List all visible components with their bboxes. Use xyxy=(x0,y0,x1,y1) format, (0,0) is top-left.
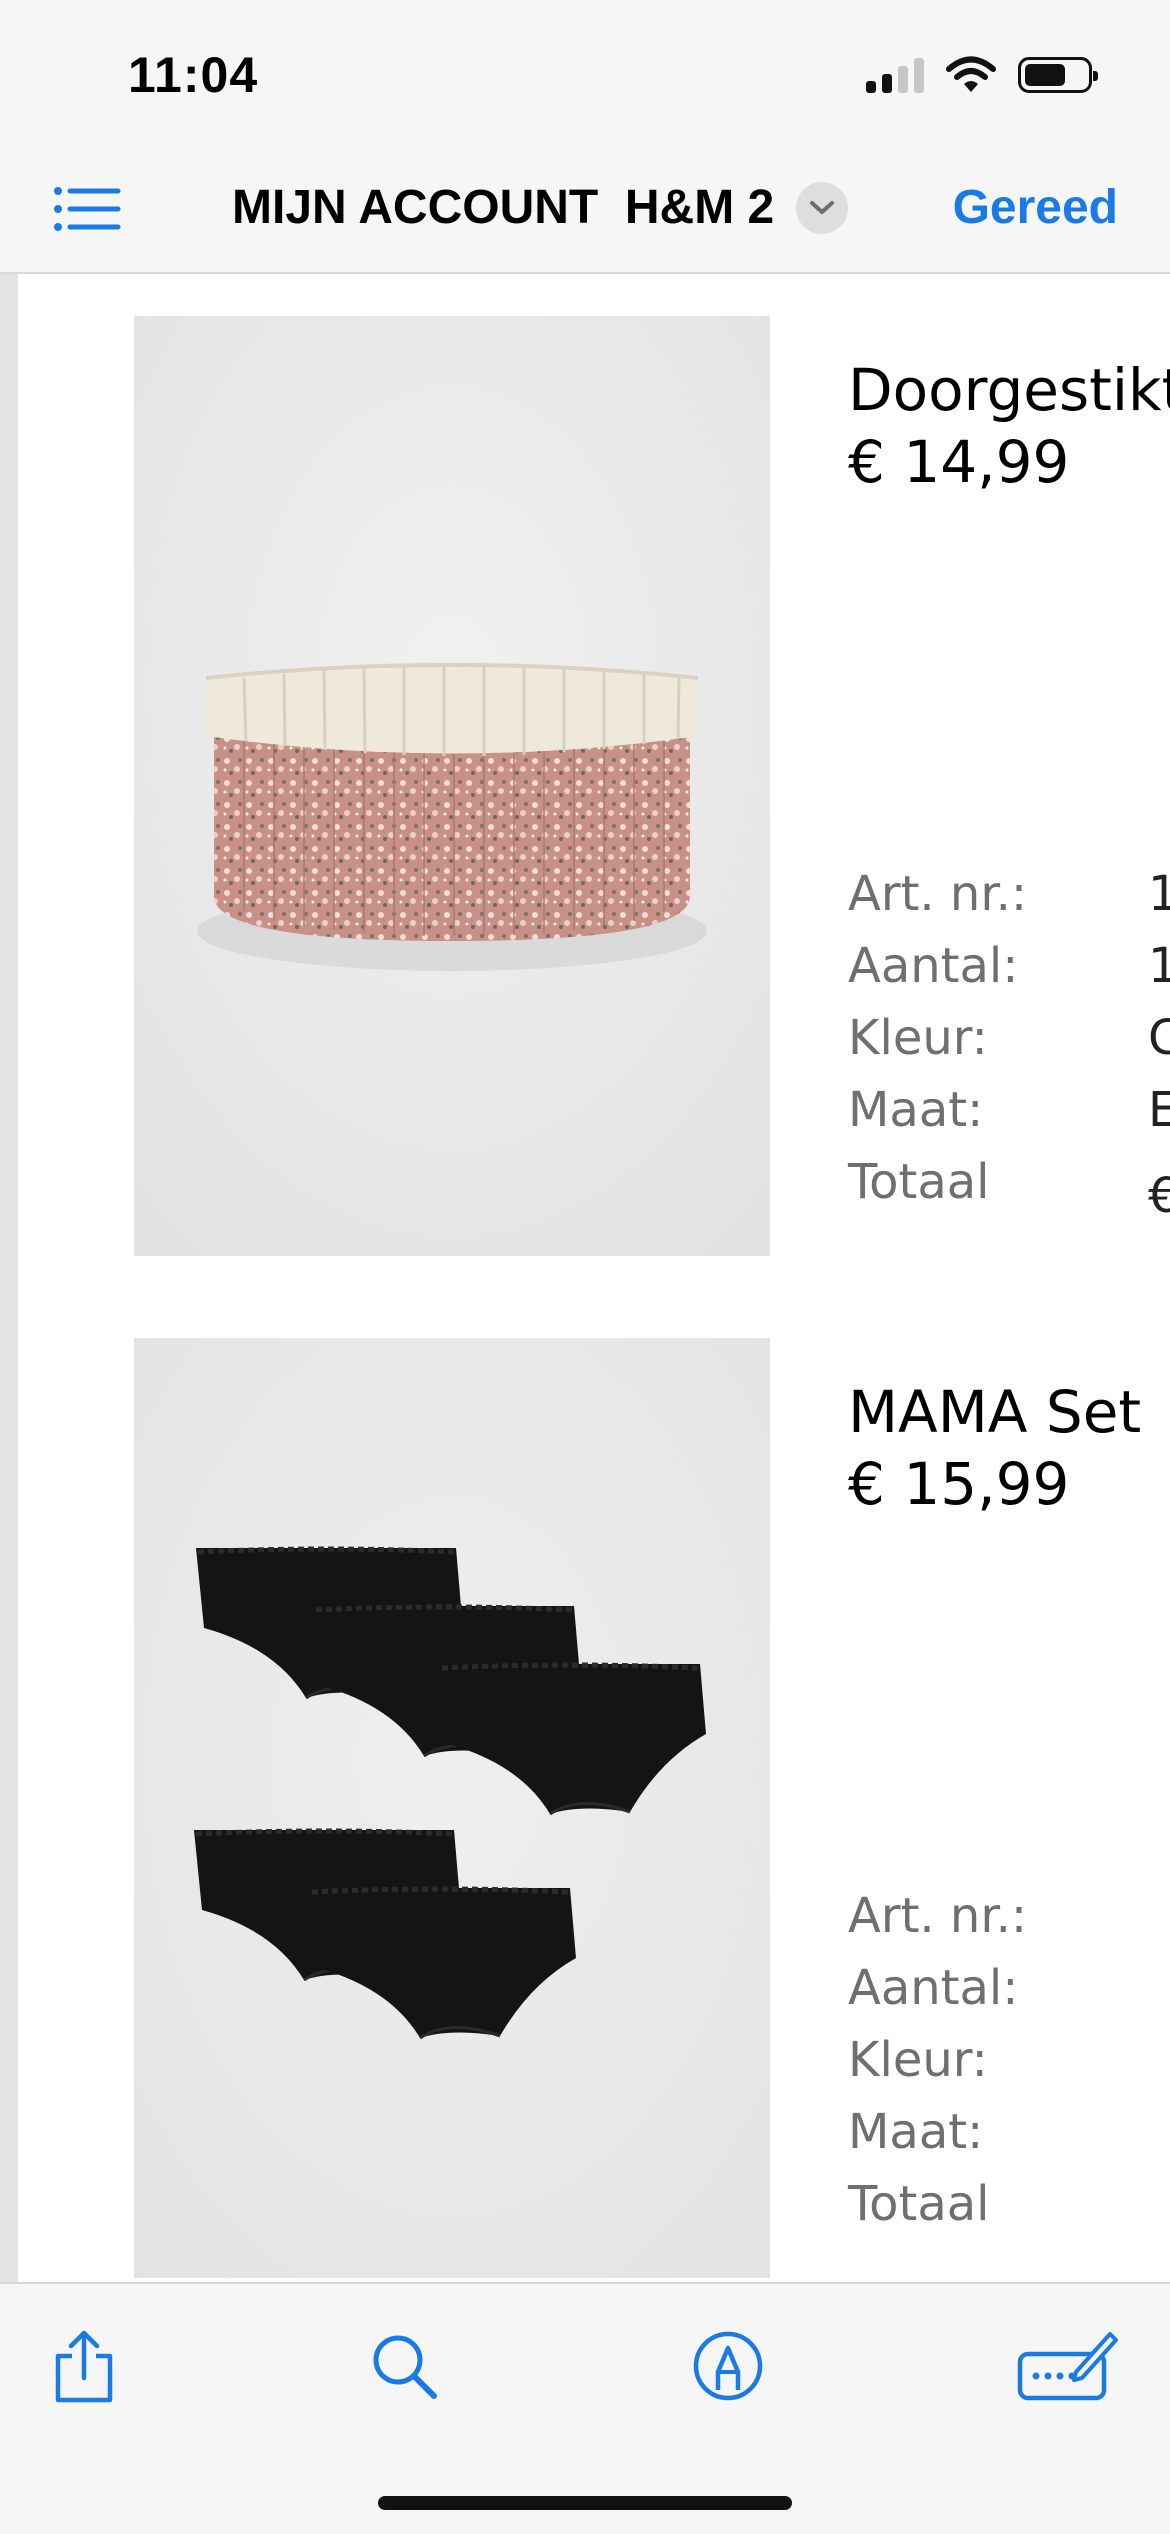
detail-label-totaal: Totaal xyxy=(848,2176,990,2232)
product-price: € 14,99 xyxy=(848,428,1070,496)
list-icon[interactable] xyxy=(52,180,122,240)
status-time: 11:04 xyxy=(128,47,259,103)
status-icons xyxy=(866,56,1098,94)
search-icon[interactable] xyxy=(364,2326,444,2406)
page-edge xyxy=(0,274,18,2282)
detail-label-aantal: Aantal: xyxy=(848,1960,1019,2016)
detail-value-art-nr: 1 xyxy=(1148,866,1170,922)
detail-value-maat: E xyxy=(1148,1082,1170,1138)
navigation-bar: MIJN ACCOUNT H&M 2 Gereed xyxy=(0,150,1170,274)
product-price: € 15,99 xyxy=(848,1450,1070,1518)
flower-print-storage-basket-photo xyxy=(134,316,770,1256)
detail-label-totaal: Totaal xyxy=(848,1154,990,1210)
document-title: MIJN ACCOUNT H&M 2 xyxy=(232,181,775,234)
bottom-toolbar xyxy=(0,2282,1170,2534)
detail-label-kleur: Kleur: xyxy=(848,1010,988,1066)
detail-label-maat: Maat: xyxy=(848,2104,984,2160)
detail-label-aantal: Aantal: xyxy=(848,938,1019,994)
detail-value-totaal: € xyxy=(1148,1168,1170,1224)
detail-label-kleur: Kleur: xyxy=(848,2032,988,2088)
detail-label-art-nr: Art. nr.: xyxy=(848,1888,1028,1944)
status-bar: 11:04 xyxy=(0,0,1170,150)
share-icon[interactable] xyxy=(44,2326,124,2406)
product-name: MAMA Set xyxy=(848,1378,1142,1446)
battery-icon xyxy=(1018,57,1098,93)
black-briefs-set-photo xyxy=(134,1338,770,2278)
detail-label-maat: Maat: xyxy=(848,1082,984,1138)
detail-value-kleur: C xyxy=(1148,1010,1170,1066)
document-title-menu[interactable]: MIJN ACCOUNT H&M 2 xyxy=(232,180,849,235)
chevron-down-icon xyxy=(796,181,849,234)
done-button[interactable]: Gereed xyxy=(953,180,1118,235)
document-content[interactable]: Doorgestikt € 14,99 Art. nr.: 1 Aantal: … xyxy=(0,274,1170,2282)
wifi-icon xyxy=(946,56,996,92)
home-indicator xyxy=(378,2496,792,2510)
cellular-signal-icon xyxy=(866,57,924,93)
markup-pen-icon[interactable] xyxy=(688,2326,768,2406)
detail-label-art-nr: Art. nr.: xyxy=(848,866,1028,922)
product-name: Doorgestikt xyxy=(848,356,1170,424)
detail-value-aantal: 1 xyxy=(1148,938,1170,994)
keyboard-edit-icon[interactable] xyxy=(1014,2326,1118,2406)
